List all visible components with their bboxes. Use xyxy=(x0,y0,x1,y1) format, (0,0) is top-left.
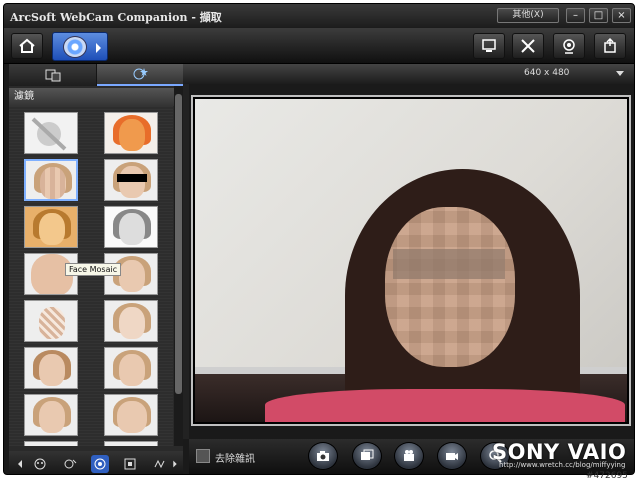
filter-icon xyxy=(94,458,106,470)
webcam-preview xyxy=(195,99,627,422)
scrollbar-thumb[interactable] xyxy=(175,94,182,394)
image-id: #472695 xyxy=(586,471,628,481)
frames-icon xyxy=(45,69,60,82)
slideshow-button[interactable] xyxy=(352,442,382,470)
home-icon xyxy=(19,38,35,53)
monitor-button[interactable] xyxy=(473,33,505,59)
camera-icon xyxy=(317,451,329,461)
category-fun[interactable] xyxy=(151,455,169,473)
filter-thumb-warm[interactable] xyxy=(24,206,78,248)
filter-thumb-smile[interactable] xyxy=(24,394,78,436)
face-effect-icon xyxy=(64,459,77,469)
category-face-effect[interactable] xyxy=(61,455,79,473)
webcam-lens-icon xyxy=(63,36,87,58)
home-button[interactable] xyxy=(11,33,43,59)
thumbnail-scrollbar[interactable] xyxy=(174,86,183,446)
filter-thumb-soft[interactable] xyxy=(104,300,158,342)
filter-thumb-fire[interactable] xyxy=(104,112,158,154)
resolution-dropdown-icon[interactable] xyxy=(616,71,624,76)
slideshow-icon xyxy=(361,449,374,460)
webcam-preview-frame xyxy=(191,95,631,426)
face-icon xyxy=(34,458,46,470)
maximize-button[interactable]: □ xyxy=(589,8,608,23)
filter-thumb-more-1[interactable] xyxy=(24,441,78,446)
tools-icon xyxy=(521,39,535,53)
others-button[interactable]: 其他(X) xyxy=(497,8,559,23)
webcam-button[interactable] xyxy=(553,33,585,59)
prev-button[interactable] xyxy=(11,455,29,473)
filter-thumb-eye-bar[interactable] xyxy=(104,159,158,201)
next-button[interactable] xyxy=(169,455,181,473)
snapshot-button[interactable] xyxy=(308,442,338,470)
record-button[interactable] xyxy=(394,442,424,470)
no-effect-icon xyxy=(31,117,67,151)
app-window: ArcSoft WebCam Companion - 擷取 其他(X) – □ … xyxy=(3,3,635,475)
filter-thumb-sketch[interactable] xyxy=(104,206,158,248)
denoise-checkbox[interactable] xyxy=(196,449,210,463)
filter-thumb-more-2[interactable] xyxy=(104,441,158,446)
tab-frames[interactable] xyxy=(9,64,96,86)
mosaic-face xyxy=(385,207,515,367)
filter-thumbnail-grid xyxy=(9,106,173,446)
category-frame[interactable] xyxy=(121,455,139,473)
fun-icon xyxy=(154,459,165,469)
resolution-label: 640 x 480 xyxy=(524,68,570,78)
record-icon xyxy=(404,450,414,461)
resolution-bar: 640 x 480 xyxy=(183,64,634,84)
filter-header: 濾鏡 xyxy=(9,88,183,106)
filter-thumb-face-mosaic[interactable] xyxy=(24,159,78,201)
mosaic-glasses xyxy=(393,249,505,279)
chevron-right-icon xyxy=(96,43,101,53)
filter-thumb-none[interactable] xyxy=(24,112,78,154)
frame-icon xyxy=(124,458,136,470)
capture-tab[interactable] xyxy=(52,32,108,61)
minimize-button[interactable]: – xyxy=(566,8,585,23)
title-bar: ArcSoft WebCam Companion - 擷取 其他(X) – □ … xyxy=(4,4,634,28)
effects-icon xyxy=(133,68,148,80)
tab-effects[interactable] xyxy=(97,64,183,86)
monitor-icon xyxy=(482,39,496,52)
video-button[interactable] xyxy=(437,442,467,470)
effects-panel: 濾鏡 Face Mosaic xyxy=(9,64,183,474)
tools-button[interactable] xyxy=(512,33,544,59)
chevron-right-icon xyxy=(173,460,177,468)
watermark-url: http://www.wretch.cc/blog/miffyying xyxy=(499,461,626,469)
denoise-label: 去除雜訊 xyxy=(215,454,255,465)
export-button[interactable] xyxy=(594,33,626,59)
panel-splitter[interactable] xyxy=(183,84,189,439)
export-icon xyxy=(604,37,616,53)
filter-thumb-scatter[interactable] xyxy=(24,300,78,342)
effect-category-bar xyxy=(9,451,183,474)
category-filter[interactable] xyxy=(91,455,109,473)
main-toolbar xyxy=(4,28,634,64)
close-button[interactable]: × xyxy=(612,8,631,23)
filter-thumb-big-eyes[interactable] xyxy=(104,347,158,389)
filter-thumb-alien[interactable] xyxy=(104,394,158,436)
webcam-icon xyxy=(563,39,575,54)
window-title: ArcSoft WebCam Companion - 擷取 xyxy=(10,11,222,24)
filter-tooltip: Face Mosaic xyxy=(65,263,122,276)
category-face[interactable] xyxy=(31,455,49,473)
video-icon xyxy=(446,453,458,460)
chevron-left-icon xyxy=(18,460,22,468)
filter-thumb-natural[interactable] xyxy=(24,347,78,389)
subject-shirt xyxy=(265,389,625,422)
panel-tabs xyxy=(9,64,183,86)
